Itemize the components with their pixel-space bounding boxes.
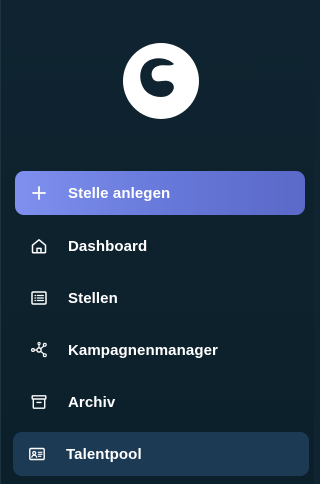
home-icon (29, 236, 49, 256)
brand-logo[interactable] (123, 43, 199, 119)
sidebar-item-label: Stellen (68, 289, 118, 307)
sidebar-item-archiv[interactable]: Archiv (15, 380, 305, 424)
create-job-label: Stelle anlegen (68, 184, 171, 202)
plus-icon (29, 183, 49, 203)
list-icon (29, 288, 49, 308)
sidebar-item-label: Kampagnenmanager (68, 341, 218, 359)
create-job-button[interactable]: Stelle anlegen (15, 171, 305, 215)
sidebar-item-label: Dashboard (68, 237, 148, 255)
sidebar-item-kampagnenmanager[interactable]: Kampagnenmanager (15, 328, 305, 372)
sidebar-item-stellen[interactable]: Stellen (15, 276, 305, 320)
archive-icon (29, 392, 49, 412)
sidebar-item-talentpool[interactable]: Talentpool (13, 432, 309, 476)
c-brand-logo-icon (123, 43, 199, 119)
sidebar: Stelle anlegen Dashboard Stellen Kampagn… (0, 0, 314, 484)
network-icon (29, 340, 49, 360)
sidebar-item-dashboard[interactable]: Dashboard (15, 224, 305, 268)
sidebar-item-label: Archiv (68, 393, 116, 411)
contact-card-icon (27, 444, 47, 464)
sidebar-item-label: Talentpool (66, 445, 142, 463)
